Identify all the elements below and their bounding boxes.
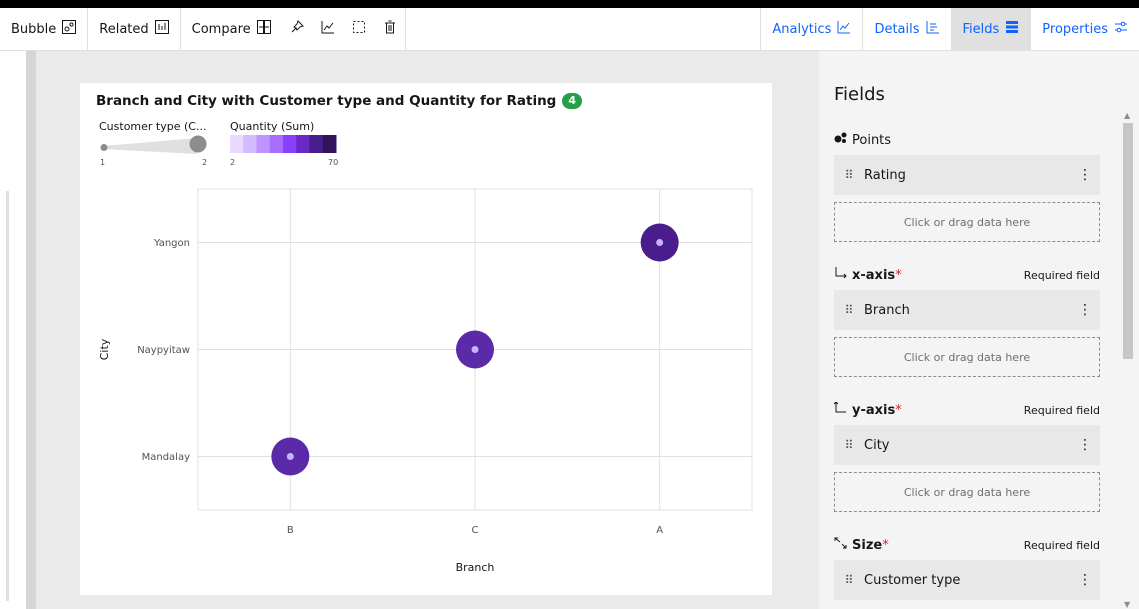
y-tick-label: Yangon bbox=[153, 238, 190, 249]
xaxis-required-text: Required field bbox=[1023, 268, 1100, 282]
points-label: Points bbox=[852, 132, 892, 148]
related-icon bbox=[154, 20, 169, 38]
pin-button[interactable] bbox=[282, 8, 313, 50]
trend-button[interactable] bbox=[313, 8, 344, 50]
scroll-thumb[interactable] bbox=[1123, 123, 1133, 359]
analytics-label: Analytics bbox=[772, 21, 832, 37]
properties-label: Properties bbox=[1042, 21, 1108, 37]
left-scroll-track[interactable] bbox=[6, 191, 9, 601]
delete-button[interactable] bbox=[375, 8, 406, 50]
y-tick-label: Naypyitaw bbox=[137, 345, 190, 356]
yaxis-required-star: * bbox=[895, 402, 902, 418]
points-field-pill[interactable]: ⠿ Rating ⋮ bbox=[834, 155, 1100, 195]
points-section-header: Points bbox=[834, 132, 1100, 148]
overflow-menu-icon[interactable]: ⋮ bbox=[1070, 437, 1100, 453]
details-label: Details bbox=[874, 21, 920, 37]
bubble-button[interactable]: Bubble bbox=[0, 8, 89, 50]
yaxis-required-text: Required field bbox=[1023, 403, 1100, 417]
xaxis-label: x-axis bbox=[852, 267, 896, 283]
drag-handle-icon[interactable]: ⠿ bbox=[834, 573, 864, 587]
overflow-menu-icon[interactable]: ⋮ bbox=[1070, 167, 1100, 183]
x-axis-icon bbox=[834, 267, 852, 283]
trash-icon bbox=[383, 20, 397, 38]
sliders-icon bbox=[1114, 20, 1128, 38]
yaxis-field-name: City bbox=[864, 437, 890, 453]
xaxis-section-header: x-axis * Required field bbox=[834, 267, 1100, 283]
yaxis-field-pill[interactable]: ⠿ City ⋮ bbox=[834, 425, 1100, 465]
panel-title: Fields bbox=[834, 84, 885, 105]
line-chart-icon bbox=[321, 20, 335, 38]
size-required-star: * bbox=[882, 537, 889, 553]
details-tab[interactable]: Details bbox=[862, 8, 950, 50]
size-section-header: Size * Required field bbox=[834, 537, 1100, 553]
x-axis-title: Branch bbox=[456, 561, 495, 574]
resize-arrows-icon bbox=[834, 537, 852, 553]
y-axis-title: City bbox=[98, 338, 111, 360]
left-gutter bbox=[0, 51, 26, 609]
fields-tab[interactable]: Fields bbox=[950, 8, 1031, 50]
y-tick-label: Mandalay bbox=[142, 452, 190, 463]
scroll-down-arrow-icon[interactable]: ▼ bbox=[1124, 600, 1130, 609]
bubble-chart[interactable]: B C A Mandalay Naypyitaw Yangon Branch City bbox=[80, 83, 772, 595]
compare-label: Compare bbox=[191, 21, 251, 37]
size-field-name: Customer type bbox=[864, 572, 961, 588]
overflow-menu-icon[interactable]: ⋮ bbox=[1070, 572, 1100, 588]
points-icon bbox=[834, 132, 852, 148]
points-dropzone[interactable]: Click or drag data here bbox=[834, 202, 1100, 242]
compare-icon bbox=[256, 20, 271, 38]
bubble-center-marker bbox=[286, 453, 294, 460]
fields-panel: Fields Points ⠿ Rating ⋮ Click or drag d… bbox=[819, 51, 1139, 609]
size-field-pill[interactable]: ⠿ Customer type ⋮ bbox=[834, 560, 1100, 600]
drag-handle-icon[interactable]: ⠿ bbox=[834, 438, 864, 452]
toolbar-right-group: Analytics Details Fields Properties bbox=[760, 8, 1139, 50]
toolbar: Bubble Related Compare Analytics Details… bbox=[0, 8, 1139, 51]
related-label: Related bbox=[99, 21, 149, 37]
size-label: Size bbox=[852, 537, 883, 553]
scroll-up-arrow-icon[interactable]: ▲ bbox=[1124, 111, 1130, 120]
window-top-border bbox=[0, 0, 1139, 8]
x-tick-label: B bbox=[287, 525, 294, 536]
select-area-button[interactable] bbox=[344, 8, 375, 50]
details-icon bbox=[926, 20, 940, 38]
xaxis-field-pill[interactable]: ⠿ Branch ⋮ bbox=[834, 290, 1100, 330]
analytics-icon bbox=[837, 20, 851, 38]
size-required-text: Required field bbox=[1023, 538, 1100, 552]
xaxis-required-star: * bbox=[895, 267, 902, 283]
drag-handle-icon[interactable]: ⠿ bbox=[834, 168, 864, 182]
related-button[interactable]: Related bbox=[88, 8, 181, 50]
x-tick-label: A bbox=[656, 525, 663, 536]
panel-scrollbar[interactable]: ▲ ▼ bbox=[1122, 111, 1134, 609]
drag-handle-icon[interactable]: ⠿ bbox=[834, 303, 864, 317]
yaxis-dropzone[interactable]: Click or drag data here bbox=[834, 472, 1100, 512]
bubble-center-marker bbox=[471, 346, 479, 353]
y-axis-icon bbox=[833, 401, 852, 418]
overflow-menu-icon[interactable]: ⋮ bbox=[1070, 302, 1100, 318]
compare-button[interactable]: Compare bbox=[181, 8, 282, 50]
bubble-center-marker bbox=[656, 239, 664, 246]
visualization-card[interactable]: Branch and City with Customer type and Q… bbox=[80, 83, 772, 595]
x-tick-label: C bbox=[472, 525, 479, 536]
yaxis-section-header: y-axis * Required field bbox=[833, 401, 1100, 418]
analytics-tab[interactable]: Analytics bbox=[760, 8, 862, 50]
properties-tab[interactable]: Properties bbox=[1030, 8, 1139, 50]
pin-icon bbox=[290, 20, 305, 38]
bubble-label: Bubble bbox=[11, 21, 57, 37]
xaxis-field-name: Branch bbox=[864, 302, 910, 318]
marquee-select-icon bbox=[352, 20, 366, 38]
fields-label: Fields bbox=[962, 21, 1000, 37]
fields-icon bbox=[1005, 20, 1019, 38]
yaxis-label: y-axis bbox=[852, 402, 896, 418]
bubble-chart-icon bbox=[62, 20, 77, 38]
points-field-name: Rating bbox=[864, 167, 906, 183]
xaxis-dropzone[interactable]: Click or drag data here bbox=[834, 337, 1100, 377]
